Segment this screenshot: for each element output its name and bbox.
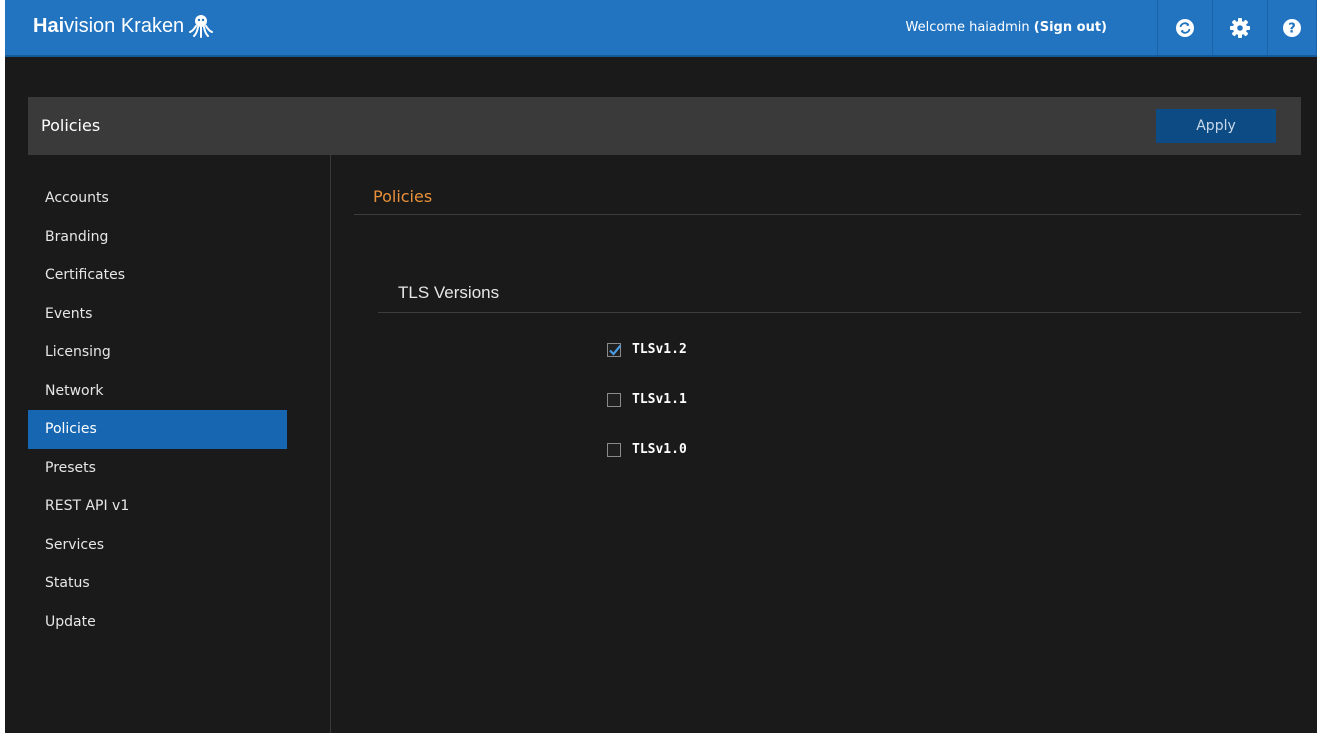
main-content: Policies TLS Versions TLSv1.2 TLSv1.1 TL… <box>331 155 1317 733</box>
sidebar-item-presets[interactable]: Presets <box>28 449 287 488</box>
sidebar-item-accounts[interactable]: Accounts <box>28 179 287 218</box>
help-button[interactable]: ? <box>1267 0 1317 55</box>
sync-button[interactable] <box>1157 0 1212 55</box>
sidebar-item-services[interactable]: Services <box>28 526 287 565</box>
sidebar-item-status[interactable]: Status <box>28 564 287 603</box>
apply-button[interactable]: Apply <box>1156 109 1276 143</box>
sidebar-item-branding[interactable]: Branding <box>28 218 287 257</box>
page-title: Policies <box>41 116 101 135</box>
section-divider <box>354 214 1301 215</box>
tlsv1-2-label: TLSv1.2 <box>632 342 687 357</box>
group-divider <box>378 312 1301 313</box>
octopus-icon <box>189 15 214 38</box>
haivision-logo[interactable]: Hai vision Kraken <box>33 13 214 39</box>
sidebar-item-events[interactable]: Events <box>28 295 287 334</box>
logo-bold-text: Hai <box>33 14 65 37</box>
tlsv1-1-label: TLSv1.1 <box>632 392 687 407</box>
tlsv1-0-checkbox[interactable] <box>607 442 621 457</box>
settings-button[interactable] <box>1212 0 1267 55</box>
sidebar-item-update[interactable]: Update <box>28 603 287 642</box>
gear-icon <box>1230 17 1250 38</box>
tlsv1-0-option[interactable]: TLSv1.0 <box>607 442 687 457</box>
logo-text: vision Kraken <box>64 14 185 37</box>
svg-text:?: ? <box>1288 21 1296 36</box>
app-window: Hai vision Kraken Welcome haiadmin (Sign … <box>5 0 1317 733</box>
tlsv1-0-label: TLSv1.0 <box>632 442 687 457</box>
welcome-text: Welcome haiadmin (Sign out) <box>906 20 1108 35</box>
checkmark-icon <box>609 344 622 356</box>
tlsv1-2-option[interactable]: TLSv1.2 <box>607 342 687 357</box>
help-icon: ? <box>1283 18 1301 37</box>
sidebar-item-network[interactable]: Network <box>28 372 287 411</box>
top-bar: Hai vision Kraken Welcome haiadmin (Sign … <box>5 0 1317 57</box>
top-icons: ? <box>1157 0 1317 55</box>
welcome-user: Welcome haiadmin <box>905 20 1030 35</box>
sidebar: Accounts Branding Certificates Events Li… <box>28 155 331 733</box>
sidebar-item-rest-api[interactable]: REST API v1 <box>28 487 287 526</box>
sync-icon <box>1176 18 1194 37</box>
sidebar-item-certificates[interactable]: Certificates <box>28 256 287 295</box>
page-header: Policies Apply <box>28 97 1301 155</box>
sidebar-item-policies[interactable]: Policies <box>28 410 287 449</box>
tlsv1-2-checkbox[interactable] <box>607 342 622 357</box>
group-title: TLS Versions <box>398 283 500 302</box>
tlsv1-1-checkbox[interactable] <box>607 392 621 407</box>
sign-out-link[interactable]: (Sign out) <box>1034 20 1107 35</box>
tlsv1-1-option[interactable]: TLSv1.1 <box>607 392 687 407</box>
sidebar-item-licensing[interactable]: Licensing <box>28 333 287 372</box>
section-title: Policies <box>373 187 433 206</box>
